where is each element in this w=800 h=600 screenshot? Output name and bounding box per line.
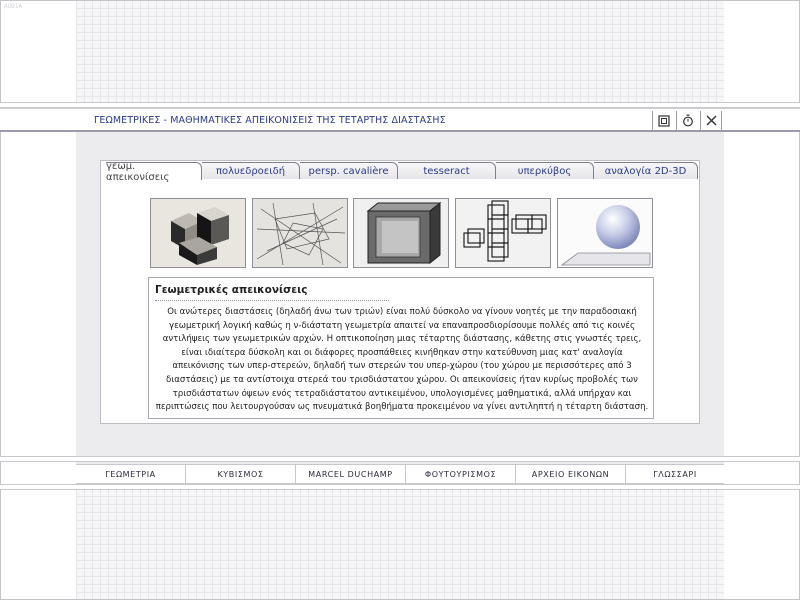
nav-item-geometria[interactable]: ΓΕΩΜΕΤΡΙΑ: [76, 465, 186, 484]
tab-polyedroeidi[interactable]: πολυεδροειδή: [202, 162, 300, 179]
nav-label: ΚΥΒΙΣΜΟΣ: [217, 470, 264, 479]
timer-icon: [682, 114, 693, 127]
nav-item-marcel-duchamp[interactable]: MARCEL DUCHAMP: [296, 465, 406, 484]
article-panel: Γεωμετρικές απεικονίσεις Οι ανώτερες δια…: [148, 277, 654, 419]
corner-label: AUD1A: [4, 3, 23, 10]
close-icon: [706, 115, 716, 126]
tab-label: πολυεδροειδή: [215, 165, 286, 177]
tab-label: persp. cavalière: [308, 165, 389, 177]
nav-label: ΓΛΩΣΣΑΡΙ: [653, 470, 697, 479]
cube-sculpture-thumbnail[interactable]: [150, 198, 246, 268]
shaded-cube-image: [354, 199, 448, 267]
window-title: ΓΕΩΜΕΤΡΙΚΕΣ - ΜΑΘΗΜΑΤΙΚΕΣ ΑΠΕΙΚΟΝΙΣΕΙΣ Τ…: [94, 115, 446, 126]
tab-tesseract[interactable]: tesseract: [398, 162, 496, 179]
nav-item-kyvismos[interactable]: ΚΥΒΙΣΜΟΣ: [186, 465, 296, 484]
sphere-image: [558, 199, 652, 267]
nav-item-fouturismos[interactable]: ΦΟΥΤΟΥΡΙΣΜΟΣ: [406, 465, 516, 484]
decor-band-bottom: [0, 484, 800, 490]
tab-bar: γεωμ. απεικονίσεις πολυεδροειδή persp. c…: [106, 160, 698, 183]
tab-label: tesseract: [423, 165, 470, 177]
tab-geom-apeikoniseis[interactable]: γεωμ. απεικονίσεις: [106, 160, 202, 183]
window-icon: [657, 114, 670, 127]
line-drawing-image: [253, 199, 347, 267]
nav-label: ΓΕΩΜΕΤΡΙΑ: [105, 470, 156, 479]
article-body: Οι ανώτερες διαστάσεις (δηλαδή άνω των τ…: [155, 307, 649, 413]
close-button[interactable]: [700, 111, 722, 130]
shaded-cube-thumbnail[interactable]: [353, 198, 449, 268]
timer-button[interactable]: [676, 111, 698, 130]
tab-label: γεωμ. απεικονίσεις: [106, 160, 170, 183]
nav-item-glossari[interactable]: ΓΛΩΣΣΑΡΙ: [626, 465, 724, 484]
article-title-separator: [155, 300, 389, 301]
article-title: Γεωμετρικές απεικονίσεις: [155, 284, 308, 296]
bottom-navigation: ΓΕΩΜΕΤΡΙΑ ΚΥΒΙΣΜΟΣ MARCEL DUCHAMP ΦΟΥΤΟΥ…: [76, 464, 724, 484]
tab-label: αναλογία 2D-3D: [604, 165, 687, 177]
cube-sculpture-image: [151, 199, 245, 267]
sphere-thumbnail[interactable]: [557, 198, 653, 268]
nav-label: ΦΟΥΤΟΥΡΙΣΜΟΣ: [424, 470, 497, 479]
tab-analogia-2d-3d[interactable]: αναλογία 2D-3D: [594, 162, 698, 179]
window-button[interactable]: [652, 111, 674, 130]
decor-band-mid: [0, 456, 800, 462]
tab-persp-cavaliere[interactable]: persp. cavalière: [300, 162, 398, 179]
tab-label: υπερκύβος: [517, 165, 572, 177]
cross-cubes-image: [456, 199, 550, 267]
nav-label: ΑΡΧΕΙΟ ΕΙΚΟΝΩΝ: [531, 470, 610, 479]
nav-label: MARCEL DUCHAMP: [308, 470, 393, 479]
tab-yperkyvos[interactable]: υπερκύβος: [496, 162, 594, 179]
cross-cubes-thumbnail[interactable]: [455, 198, 551, 268]
line-drawing-thumbnail[interactable]: [252, 198, 348, 268]
nav-item-archeio-eikonon[interactable]: ΑΡΧΕΙΟ ΕΙΚΟΝΩΝ: [516, 465, 626, 484]
window-titlebar: ΓΕΩΜΕΤΡΙΚΕΣ - ΜΑΘΗΜΑΤΙΚΕΣ ΑΠΕΙΚΟΝΙΣΕΙΣ Τ…: [0, 108, 800, 132]
